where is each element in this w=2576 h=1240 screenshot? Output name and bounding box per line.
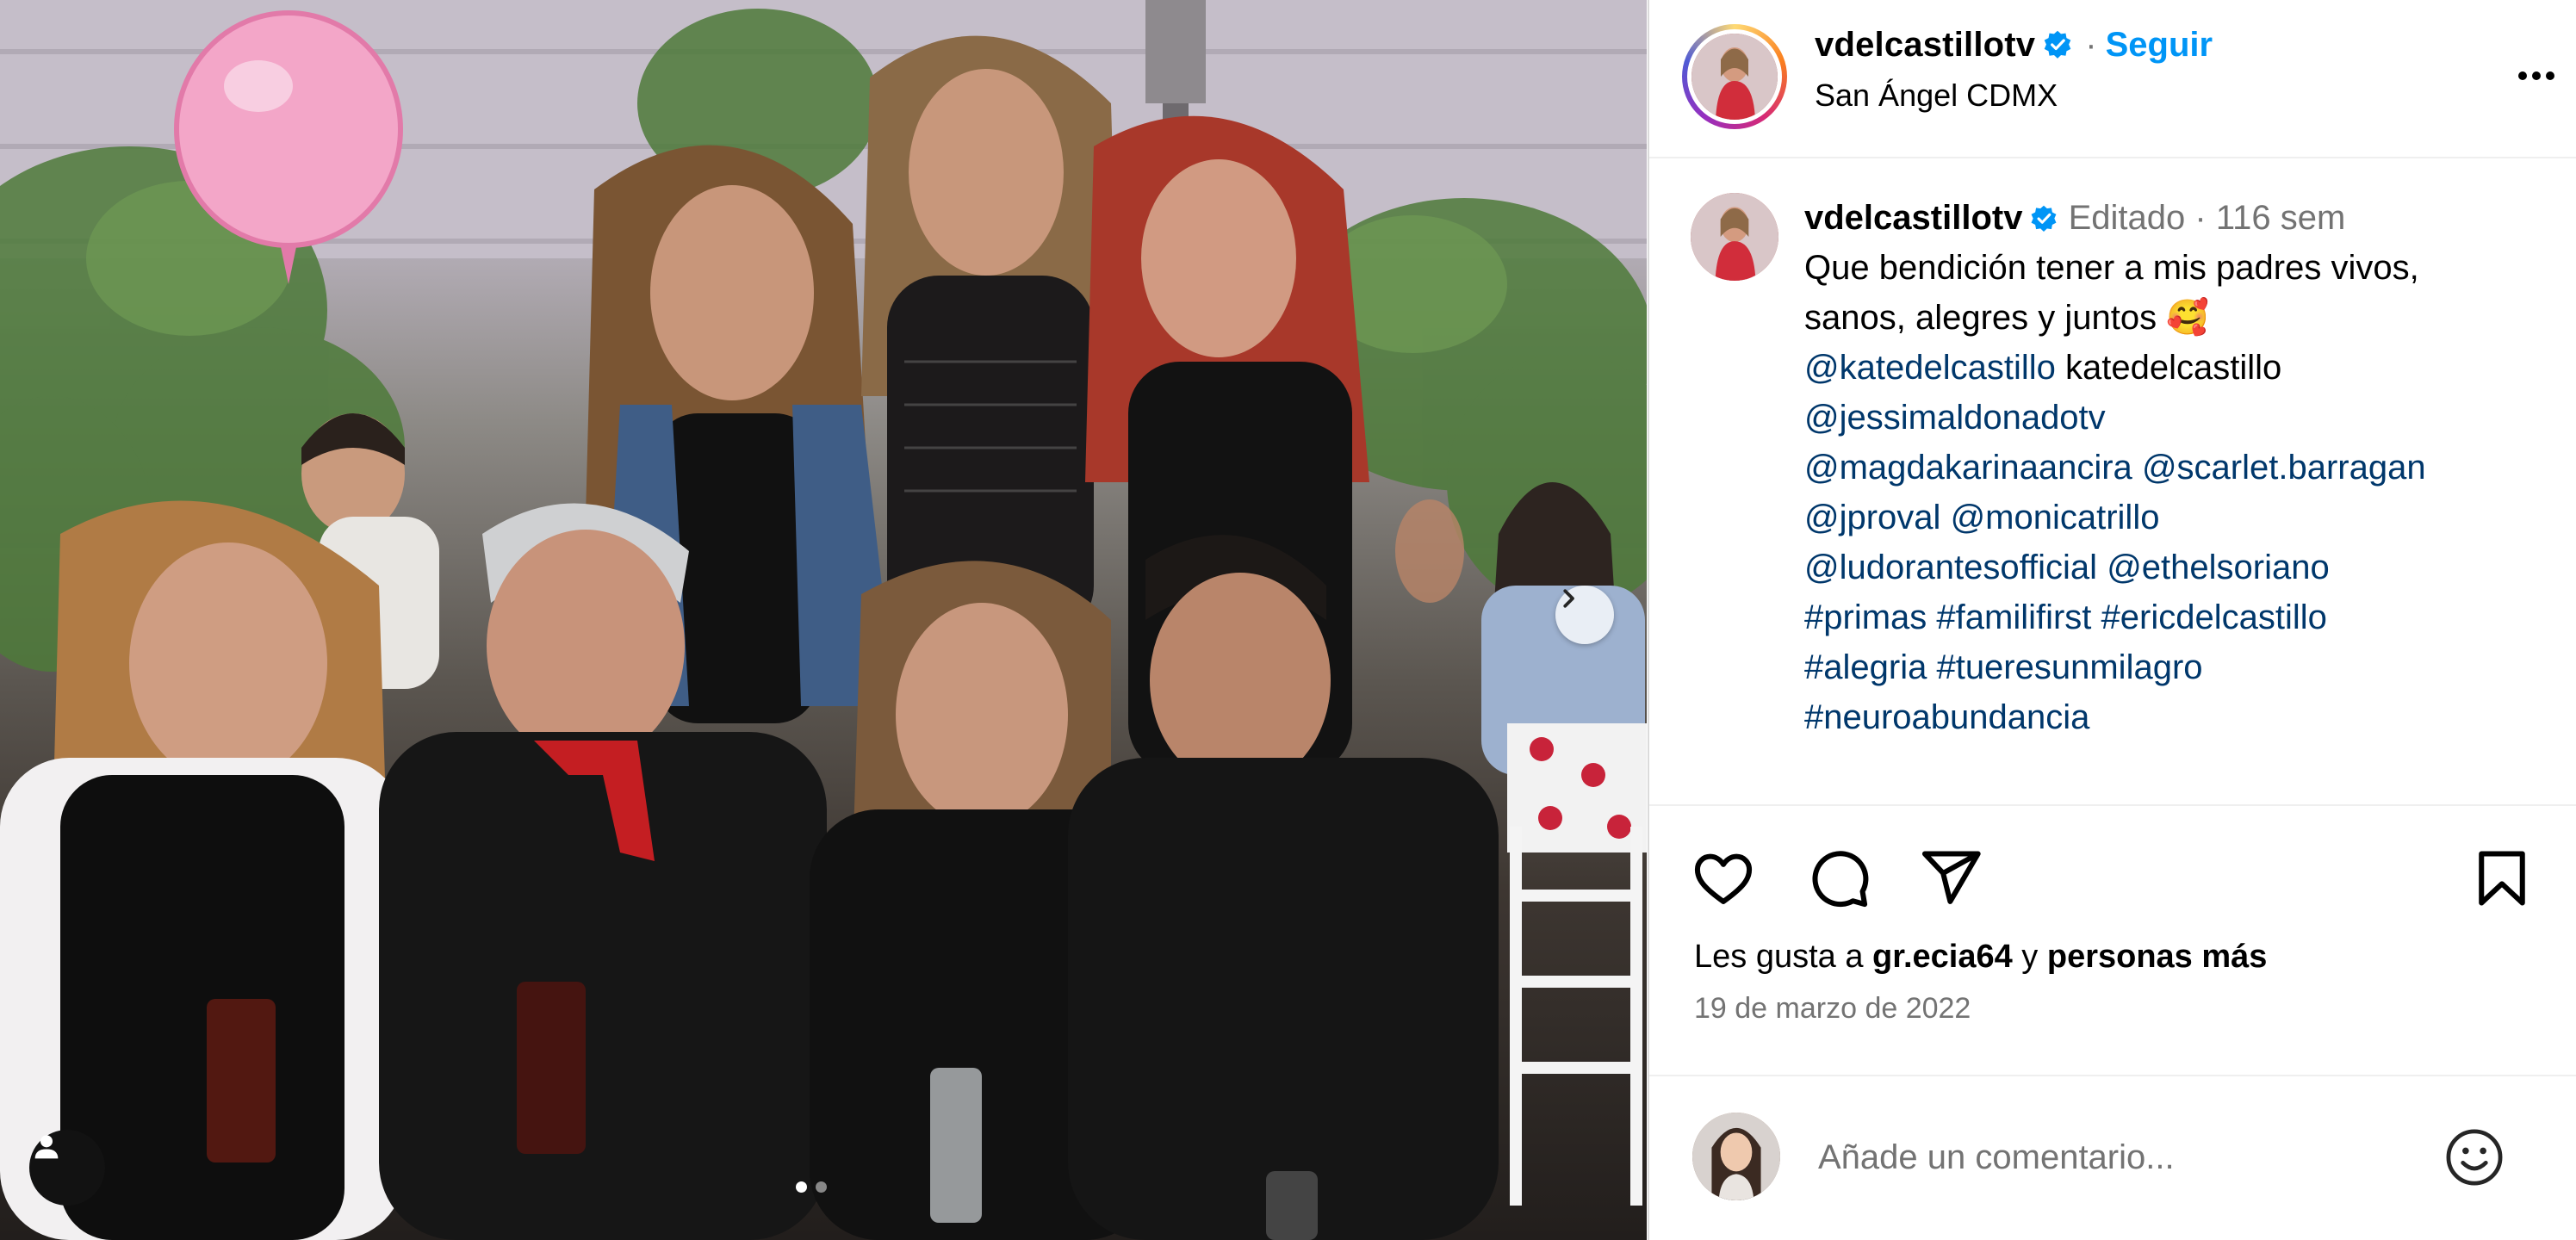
tagged-users-button[interactable] (29, 1130, 105, 1206)
mention-link[interactable]: @scarlet.barragan (2142, 449, 2426, 487)
post-header: vdelcastillotv · Seguir San Ángel CDMX (1649, 0, 2576, 158)
like-button[interactable] (1691, 846, 1756, 911)
comment-input[interactable] (1816, 1128, 2423, 1187)
user-tag-icon (34, 1135, 59, 1159)
bookmark-icon (2479, 851, 2525, 906)
post-location[interactable]: San Ángel CDMX (1815, 78, 2058, 114)
share-button[interactable] (1918, 846, 1983, 911)
mention-link[interactable]: @ludorantesofficial (1804, 549, 2097, 586)
mention-link[interactable]: @jproval (1804, 499, 1940, 536)
carousel-next-button[interactable] (1555, 586, 1614, 644)
send-icon (1921, 851, 1981, 904)
hashtag-link[interactable]: #neuroabundancia (1804, 698, 2089, 736)
current-user-avatar-image (1692, 1113, 1780, 1200)
follow-separator: · (2085, 26, 2097, 64)
verified-badge-icon (2044, 30, 2071, 59)
post-caption: vdelcastillotv Editado · 116 sem Que ben… (1804, 193, 2545, 742)
caption-text-line-1: Que bendición tener a mis padres vivos, (1804, 249, 2419, 287)
author-username[interactable]: vdelcastillotv (1815, 26, 2035, 64)
hashtag-link[interactable]: #ericdelcastillo (2101, 598, 2327, 636)
more-options-button[interactable] (2511, 50, 2562, 102)
group-photo-illustration (0, 0, 1647, 1240)
author-avatar-image (1691, 34, 1778, 120)
caption-username[interactable]: vdelcastillotv (1804, 199, 2022, 237)
carousel-dot-active (796, 1181, 807, 1193)
verified-badge-icon (2031, 205, 2057, 232)
carousel-indicator (796, 1181, 827, 1193)
more-horizontal-icon (2518, 71, 2554, 80)
hashtag-link[interactable]: #primas (1804, 598, 1927, 636)
mention-link[interactable]: @monicatrillo (1951, 499, 2160, 536)
caption-text-line-2: sanos, alegres y juntos 🥰 (1804, 299, 2210, 337)
hashtag-link[interactable]: #alegria (1804, 648, 1927, 686)
chevron-right-icon (1563, 589, 1574, 608)
likes-connector: y (2021, 939, 2039, 975)
author-avatar[interactable] (1682, 24, 1787, 129)
mention-link[interactable]: @jessimaldonadotv (1804, 399, 2106, 437)
current-user-avatar (1692, 1113, 1780, 1200)
comment-icon (1812, 851, 1869, 908)
liker-username[interactable]: gr.ecia64 (1872, 939, 2013, 975)
heart-icon (1694, 853, 1753, 904)
meta-separator: · (2194, 199, 2207, 237)
hashtag-link[interactable]: #tueresunmilagro (1936, 648, 2202, 686)
save-button[interactable] (2469, 846, 2535, 911)
emoji-smile-icon (2446, 1129, 2503, 1186)
post-side-panel: vdelcastillotv · Seguir San Ángel CDMX vd… (1648, 0, 2576, 1240)
likes-summary: Les gusta a gr.ecia64 y personas más (1694, 939, 2267, 976)
edited-label: Editado (2068, 199, 2186, 237)
mention-link[interactable]: @ethelsoriano (2107, 549, 2330, 586)
caption-author-avatar[interactable] (1691, 193, 1778, 281)
post-age[interactable]: 116 sem (2216, 199, 2345, 237)
follow-button[interactable]: Seguir (2106, 26, 2213, 64)
mention-link[interactable]: @magdakarinaancira (1804, 449, 2132, 487)
comment-button[interactable] (1806, 846, 1871, 911)
caption-plain-text: katedelcastillo (2064, 349, 2282, 387)
caption-avatar-image (1691, 193, 1778, 281)
carousel-dot (816, 1181, 827, 1193)
likes-prefix: Les gusta a (1694, 939, 1864, 975)
hashtag-link[interactable]: #familifirst (1936, 598, 2091, 636)
divider (1649, 804, 2576, 806)
likes-others-link[interactable]: personas más (2047, 939, 2268, 975)
post-date[interactable]: 19 de marzo de 2022 (1694, 992, 1971, 1026)
divider (1649, 1075, 2576, 1076)
mention-link[interactable]: @katedelcastillo (1804, 349, 2056, 387)
post-photo[interactable] (0, 0, 1647, 1240)
emoji-button[interactable] (2442, 1125, 2507, 1190)
